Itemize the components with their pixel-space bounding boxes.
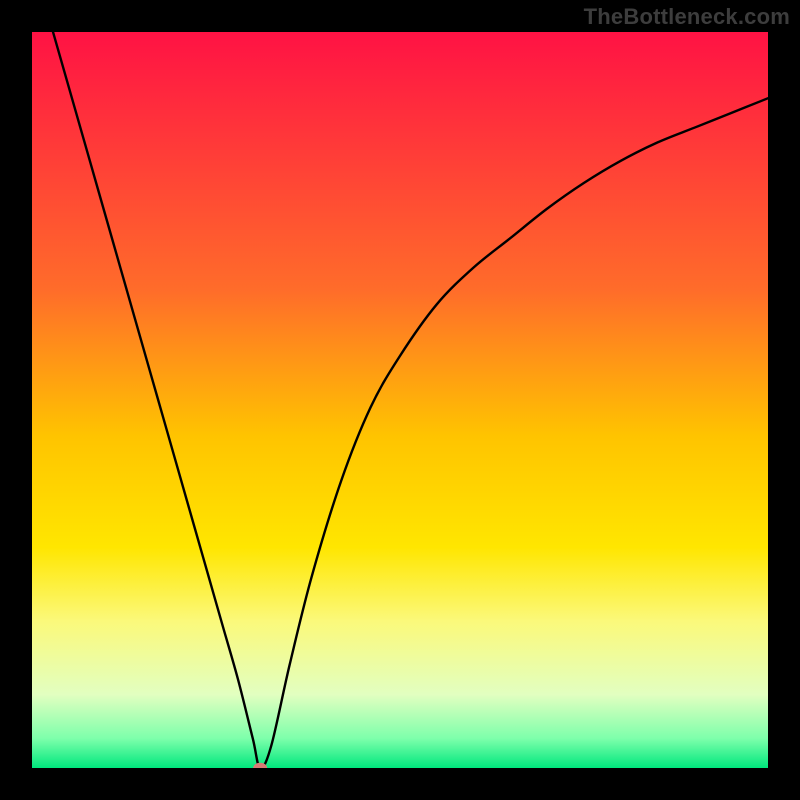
chart-svg <box>32 32 768 768</box>
watermark-text: TheBottleneck.com <box>584 4 790 30</box>
chart-frame: TheBottleneck.com <box>0 0 800 800</box>
plot-area <box>32 32 768 768</box>
